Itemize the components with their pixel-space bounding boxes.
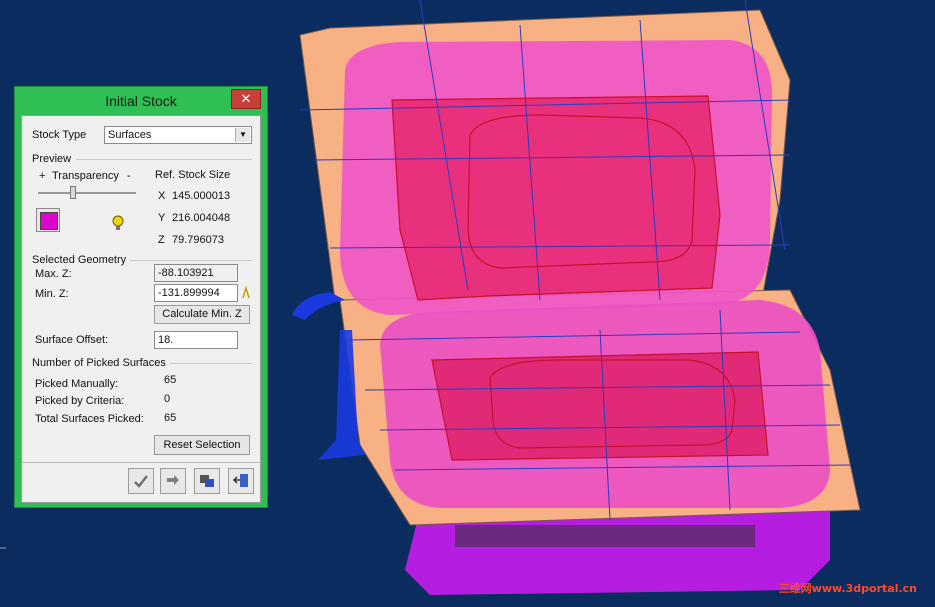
dialog-title: Initial Stock bbox=[105, 93, 177, 109]
max-z-label: Max. Z: bbox=[35, 268, 72, 280]
transparency-slider[interactable] bbox=[38, 186, 136, 200]
x-value: 145.000013 bbox=[172, 190, 231, 202]
z-value: 79.796073 bbox=[172, 234, 224, 246]
stock-list-button[interactable] bbox=[194, 468, 220, 494]
max-z-field: -88.103921 bbox=[154, 264, 238, 282]
divider bbox=[130, 260, 252, 261]
total-picked-value: 65 bbox=[164, 412, 177, 424]
dialog-titlebar[interactable]: Initial Stock ✕ bbox=[15, 87, 267, 115]
stock-type-select[interactable]: Surfaces ▼ bbox=[104, 126, 252, 144]
transparency-minus: - bbox=[127, 170, 131, 182]
close-icon: ✕ bbox=[240, 91, 252, 106]
divider bbox=[22, 462, 260, 463]
x-label: X bbox=[158, 190, 166, 202]
reset-selection-button[interactable]: Reset Selection bbox=[154, 435, 250, 455]
surface-offset-label: Surface Offset: bbox=[35, 334, 109, 346]
lightbulb-icon[interactable] bbox=[111, 214, 125, 237]
min-z-value: -131.899994 bbox=[158, 287, 220, 299]
selected-geometry-label: Selected Geometry bbox=[32, 254, 127, 266]
exit-button[interactable] bbox=[228, 468, 254, 494]
slider-thumb[interactable] bbox=[70, 186, 76, 199]
preview-group-label: Preview bbox=[32, 153, 72, 165]
divider bbox=[76, 159, 252, 160]
total-picked-label: Total Surfaces Picked: bbox=[35, 413, 144, 425]
y-value: 216.004048 bbox=[172, 212, 231, 224]
picked-by-criteria-label: Picked by Criteria: bbox=[35, 395, 125, 407]
pick-point-icon[interactable] bbox=[241, 285, 251, 300]
dialog-client: Stock Type Surfaces ▼ Preview + Transpar… bbox=[21, 115, 261, 503]
stock-type-label: Stock Type bbox=[32, 129, 87, 141]
divider bbox=[170, 363, 252, 364]
surface-offset-value: 18. bbox=[158, 334, 174, 346]
initial-stock-dialog: Initial Stock ✕ Stock Type Surfaces ▼ Pr… bbox=[14, 86, 268, 508]
preview-color-button[interactable] bbox=[36, 208, 60, 232]
picked-manually-label: Picked Manually: bbox=[35, 378, 119, 390]
chevron-down-icon: ▼ bbox=[235, 128, 250, 142]
pick-button[interactable] bbox=[160, 468, 186, 494]
max-z-value: -88.103921 bbox=[158, 267, 214, 279]
picked-manually-value: 65 bbox=[164, 374, 177, 386]
watermark: 三维网www.3dportal.cn bbox=[778, 582, 917, 595]
picked-surfaces-label: Number of Picked Surfaces bbox=[32, 357, 166, 369]
ref-stock-size-label: Ref. Stock Size bbox=[155, 169, 231, 181]
picked-by-criteria-value: 0 bbox=[164, 393, 171, 405]
y-label: Y bbox=[158, 212, 166, 224]
surface-offset-field[interactable]: 18. bbox=[154, 331, 238, 349]
transparency-label: Transparency bbox=[52, 170, 119, 182]
min-z-label: Min. Z: bbox=[35, 288, 69, 300]
close-button[interactable]: ✕ bbox=[231, 89, 261, 109]
stock-type-value: Surfaces bbox=[108, 129, 152, 141]
ok-button[interactable] bbox=[128, 468, 154, 494]
calculate-min-z-button[interactable]: Calculate Min. Z bbox=[154, 305, 250, 324]
z-label: Z bbox=[158, 234, 165, 246]
transparency-plus: + bbox=[39, 170, 46, 182]
min-z-field[interactable]: -131.899994 bbox=[154, 284, 238, 302]
